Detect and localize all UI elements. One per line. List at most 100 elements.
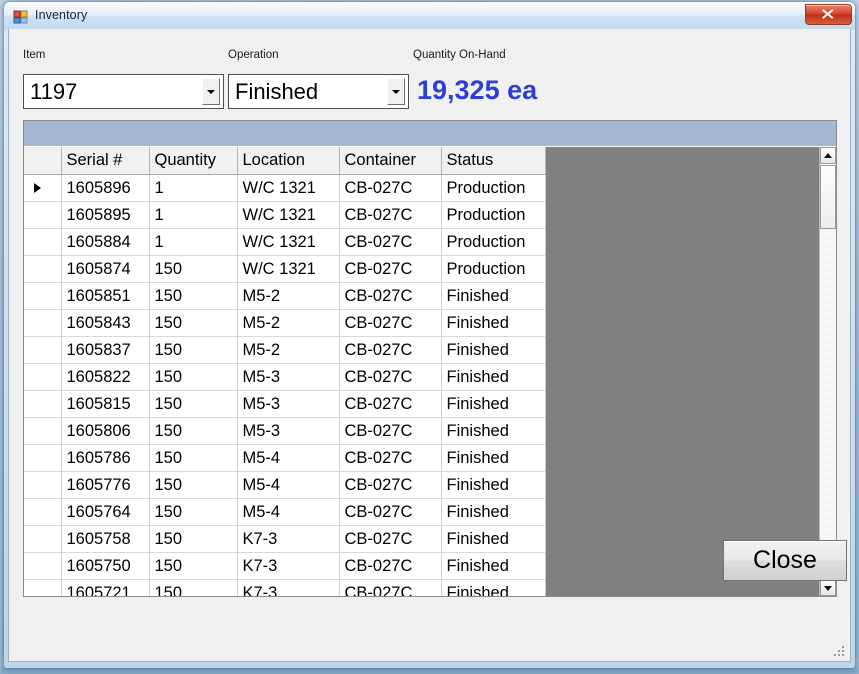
item-dropdown-button[interactable] [202,78,220,105]
table-row[interactable]: 1605764 150 M5-4 CB-027C Finished [24,498,546,526]
cell-quantity[interactable]: 150 [149,390,238,418]
cell-quantity[interactable]: 150 [149,282,238,310]
cell-serial[interactable]: 1605786 [61,444,150,472]
cell-container[interactable]: CB-027C [339,228,442,256]
cell-container[interactable]: CB-027C [339,417,442,445]
cell-location[interactable]: M5-3 [237,390,340,418]
title-bar[interactable]: Inventory [4,2,855,30]
cell-quantity[interactable]: 1 [149,174,238,202]
table-row[interactable]: 1605884 1 W/C 1321 CB-027C Production [24,228,546,256]
row-header-cell[interactable] [24,390,62,418]
cell-status[interactable]: Finished [441,525,546,553]
row-header-cell[interactable] [24,282,62,310]
cell-container[interactable]: CB-027C [339,282,442,310]
cell-quantity[interactable]: 150 [149,498,238,526]
table-row[interactable]: 1605758 150 K7-3 CB-027C Finished [24,525,546,553]
inventory-data-grid[interactable]: Serial # Quantity Location Container Sta… [23,120,837,597]
cell-quantity[interactable]: 150 [149,309,238,337]
cell-quantity[interactable]: 1 [149,228,238,256]
cell-serial[interactable]: 1605750 [61,552,150,580]
cell-location[interactable]: K7-3 [237,525,340,553]
cell-status[interactable]: Finished [441,552,546,580]
row-header-cell[interactable] [24,336,62,364]
cell-serial[interactable]: 1605815 [61,390,150,418]
table-row[interactable]: 1605837 150 M5-2 CB-027C Finished [24,336,546,364]
cell-container[interactable]: CB-027C [339,255,442,283]
row-header-cell[interactable] [24,498,62,526]
cell-serial[interactable]: 1605837 [61,336,150,364]
table-row[interactable]: 1605721 150 K7-3 CB-027C Finished [24,579,546,596]
cell-quantity[interactable]: 150 [149,579,238,596]
table-row[interactable]: 1605874 150 W/C 1321 CB-027C Production [24,255,546,283]
cell-status[interactable]: Production [441,255,546,283]
cell-serial[interactable]: 1605874 [61,255,150,283]
table-row[interactable]: 1605843 150 M5-2 CB-027C Finished [24,309,546,337]
column-header-status[interactable]: Status [441,147,546,175]
cell-serial[interactable]: 1605884 [61,228,150,256]
cell-container[interactable]: CB-027C [339,471,442,499]
close-button[interactable]: Close [723,540,847,581]
table-row[interactable]: 1605815 150 M5-3 CB-027C Finished [24,390,546,418]
cell-location[interactable]: M5-2 [237,336,340,364]
cell-quantity[interactable]: 150 [149,444,238,472]
row-header-cell[interactable] [24,417,62,445]
cell-location[interactable]: M5-3 [237,417,340,445]
cell-status[interactable]: Finished [441,390,546,418]
cell-status[interactable]: Finished [441,309,546,337]
row-header-cell[interactable] [24,579,62,596]
cell-location[interactable]: M5-4 [237,471,340,499]
cell-status[interactable]: Production [441,201,546,229]
cell-location[interactable]: W/C 1321 [237,201,340,229]
cell-status[interactable]: Production [441,174,546,202]
grid-vertical-scrollbar[interactable] [819,147,836,596]
cell-serial[interactable]: 1605758 [61,525,150,553]
cell-status[interactable]: Finished [441,363,546,391]
cell-status[interactable]: Finished [441,444,546,472]
cell-status[interactable]: Production [441,228,546,256]
column-header-location[interactable]: Location [237,147,340,175]
cell-serial[interactable]: 1605851 [61,282,150,310]
cell-quantity[interactable]: 150 [149,255,238,283]
cell-location[interactable]: M5-2 [237,309,340,337]
cell-container[interactable]: CB-027C [339,363,442,391]
cell-status[interactable]: Finished [441,417,546,445]
cell-location[interactable]: M5-3 [237,363,340,391]
cell-serial[interactable]: 1605764 [61,498,150,526]
cell-quantity[interactable]: 150 [149,525,238,553]
cell-location[interactable]: K7-3 [237,579,340,596]
cell-status[interactable]: Finished [441,498,546,526]
table-row[interactable]: 1605786 150 M5-4 CB-027C Finished [24,444,546,472]
row-header-cell[interactable] [24,174,62,202]
row-header-cell[interactable] [24,255,62,283]
column-header-serial[interactable]: Serial # [61,147,150,175]
cell-container[interactable]: CB-027C [339,309,442,337]
item-combobox[interactable]: 1197 [23,74,224,109]
cell-container[interactable]: CB-027C [339,525,442,553]
cell-container[interactable]: CB-027C [339,498,442,526]
cell-serial[interactable]: 1605776 [61,471,150,499]
column-header-container[interactable]: Container [339,147,442,175]
operation-dropdown-button[interactable] [387,78,405,105]
cell-status[interactable]: Finished [441,471,546,499]
row-header-corner[interactable] [24,147,62,175]
cell-status[interactable]: Finished [441,336,546,364]
cell-container[interactable]: CB-027C [339,579,442,596]
table-row[interactable]: 1605896 1 W/C 1321 CB-027C Production [24,174,546,202]
cell-location[interactable]: W/C 1321 [237,255,340,283]
cell-quantity[interactable]: 150 [149,363,238,391]
cell-serial[interactable]: 1605721 [61,579,150,596]
table-row[interactable]: 1605851 150 M5-2 CB-027C Finished [24,282,546,310]
cell-container[interactable]: CB-027C [339,174,442,202]
table-row[interactable]: 1605776 150 M5-4 CB-027C Finished [24,471,546,499]
cell-status[interactable]: Finished [441,282,546,310]
row-header-cell[interactable] [24,201,62,229]
cell-container[interactable]: CB-027C [339,201,442,229]
cell-quantity[interactable]: 150 [149,471,238,499]
cell-location[interactable]: M5-4 [237,444,340,472]
row-header-cell[interactable] [24,309,62,337]
row-header-cell[interactable] [24,363,62,391]
cell-quantity[interactable]: 1 [149,201,238,229]
cell-serial[interactable]: 1605895 [61,201,150,229]
grid-body[interactable]: Serial # Quantity Location Container Sta… [24,147,819,596]
table-row[interactable]: 1605750 150 K7-3 CB-027C Finished [24,552,546,580]
